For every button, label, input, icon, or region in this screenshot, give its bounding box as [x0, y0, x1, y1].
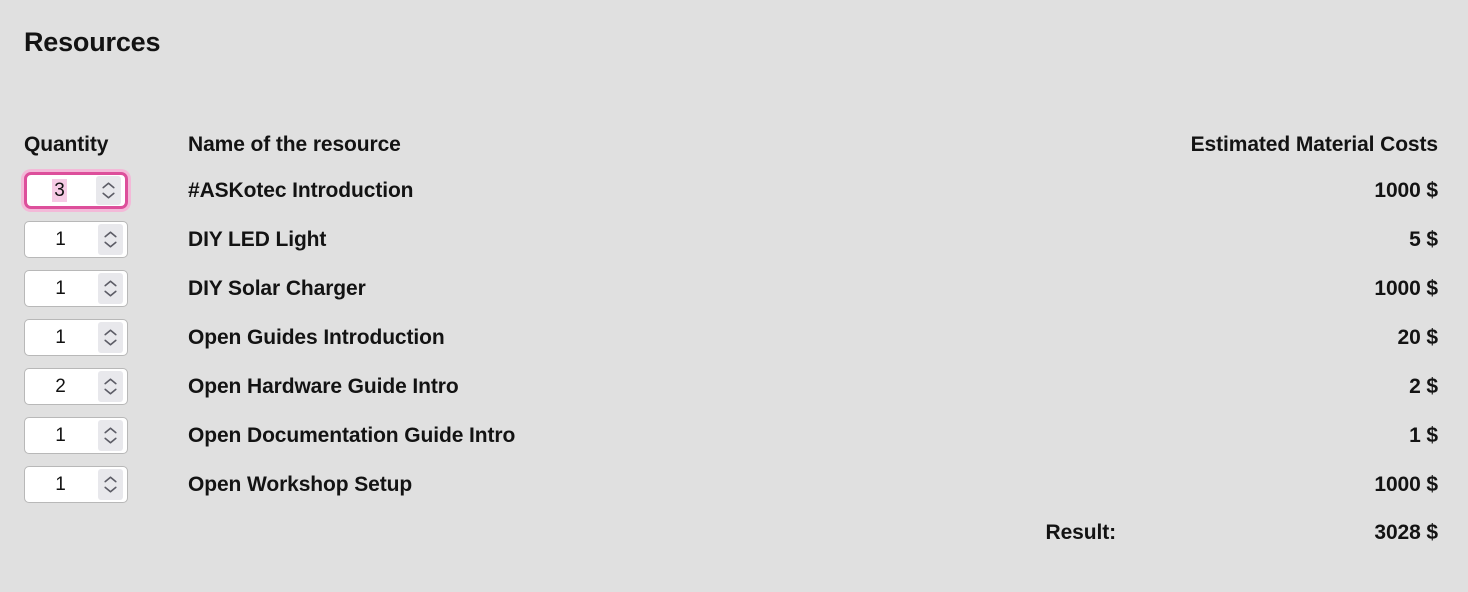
result-row: Result: 3028 $: [24, 515, 1439, 563]
row-cell-cost: 1 $: [1138, 417, 1438, 454]
quantity-stepper-wrapper: 3: [24, 172, 128, 209]
spinner-buttons[interactable]: [96, 176, 121, 205]
row-cell-quantity: 1: [24, 319, 168, 356]
chevron-up-icon[interactable]: [104, 329, 117, 336]
row-cell-name: Open Documentation Guide Intro: [168, 417, 1138, 454]
spinner-buttons[interactable]: [98, 273, 123, 304]
chevron-down-icon[interactable]: [102, 192, 115, 199]
row-cell-cost: 1000 $: [1138, 466, 1438, 503]
quantity-stepper[interactable]: 2: [24, 368, 128, 405]
row-cell-name: Open Workshop Setup: [168, 466, 1138, 503]
table-row: 1 Open Guides Introduction 20 $: [24, 319, 1438, 368]
resource-name: Open Workshop Setup: [188, 473, 413, 496]
quantity-value[interactable]: 2: [25, 376, 98, 398]
result-label-cell: Result:: [168, 515, 1138, 551]
resource-name: #ASKotec Introduction: [188, 179, 414, 202]
quantity-stepper[interactable]: 3: [24, 172, 128, 209]
quantity-value[interactable]: 1: [25, 229, 98, 251]
chevron-down-icon[interactable]: [104, 290, 117, 297]
resource-cost: 20 $: [1397, 326, 1439, 349]
row-cell-quantity: 2: [24, 368, 168, 405]
quantity-stepper[interactable]: 1: [24, 417, 128, 454]
chevron-down-icon[interactable]: [104, 437, 117, 444]
row-cell-quantity: 1: [24, 221, 168, 258]
row-cell-name: #ASKotec Introduction: [168, 172, 1138, 209]
row-cell-name: Open Guides Introduction: [168, 319, 1138, 356]
quantity-value[interactable]: 3: [27, 178, 96, 202]
resources-table: Quantity Name of the resource Estimated …: [24, 96, 1438, 563]
chevron-up-icon[interactable]: [104, 476, 117, 483]
row-cell-name: Open Hardware Guide Intro: [168, 368, 1138, 405]
row-cell-quantity: 1: [24, 466, 168, 503]
resources-page: Resources Quantity Name of the resource …: [0, 0, 1468, 592]
table-row: 1 Open Documentation Guide Intro 1 $: [24, 417, 1438, 466]
chevron-up-icon[interactable]: [102, 182, 115, 189]
page-title: Resources: [24, 27, 161, 57]
spinner-buttons[interactable]: [98, 420, 123, 451]
resource-name: Open Hardware Guide Intro: [188, 375, 459, 398]
chevron-up-icon[interactable]: [104, 378, 117, 385]
row-cell-quantity: 1: [24, 417, 168, 454]
chevron-up-icon[interactable]: [104, 231, 117, 238]
chevron-up-icon[interactable]: [104, 427, 117, 434]
quantity-stepper-wrapper: 1: [24, 270, 128, 307]
spinner-buttons[interactable]: [98, 469, 123, 500]
row-cell-cost: 1000 $: [1138, 270, 1438, 307]
quantity-value[interactable]: 1: [25, 327, 98, 349]
quantity-value[interactable]: 1: [25, 278, 98, 300]
resource-name: Open Guides Introduction: [188, 326, 445, 349]
resource-cost: 1000 $: [1374, 277, 1438, 300]
resource-cost: 2 $: [1409, 375, 1438, 398]
table-row: 2 Open Hardware Guide Intro 2 $: [24, 368, 1438, 417]
result-value: 3028 $: [1374, 521, 1438, 544]
column-header-quantity: Quantity: [24, 133, 109, 156]
quantity-stepper[interactable]: 1: [24, 270, 128, 307]
spinner-buttons[interactable]: [98, 322, 123, 353]
resource-name: DIY Solar Charger: [188, 277, 366, 300]
quantity-value[interactable]: 1: [25, 425, 98, 447]
table-row: 3 #ASKotec Introduction 1000 $: [24, 172, 1438, 221]
resource-cost: 5 $: [1409, 228, 1438, 251]
header-cell-name: Name of the resource: [168, 132, 1138, 172]
resource-name: Open Documentation Guide Intro: [188, 424, 516, 447]
quantity-stepper-wrapper: 1: [24, 221, 128, 258]
chevron-up-icon[interactable]: [104, 280, 117, 287]
quantity-stepper-wrapper: 1: [24, 417, 128, 454]
resource-cost: 1000 $: [1374, 473, 1438, 496]
quantity-stepper-wrapper: 1: [24, 319, 128, 356]
quantity-stepper[interactable]: 1: [24, 319, 128, 356]
resource-name: DIY LED Light: [188, 228, 327, 251]
chevron-down-icon[interactable]: [104, 388, 117, 395]
quantity-stepper-wrapper: 2: [24, 368, 128, 405]
table-header-row: Quantity Name of the resource Estimated …: [24, 96, 1438, 172]
quantity-stepper[interactable]: 1: [24, 221, 128, 258]
column-header-name: Name of the resource: [188, 133, 401, 156]
header-cell-quantity: Quantity: [24, 132, 168, 172]
row-cell-quantity: 1: [24, 270, 168, 307]
resource-cost: 1000 $: [1374, 179, 1438, 202]
table-row: 1 DIY Solar Charger 1000 $: [24, 270, 1438, 319]
row-cell-cost: 5 $: [1138, 221, 1438, 258]
result-value-cell: 3028 $: [1138, 515, 1438, 551]
spinner-buttons[interactable]: [98, 224, 123, 255]
row-cell-name: DIY LED Light: [168, 221, 1138, 258]
row-cell-cost: 1000 $: [1138, 172, 1438, 209]
table-row: 1 DIY LED Light 5 $: [24, 221, 1438, 270]
spinner-buttons[interactable]: [98, 371, 123, 402]
column-header-cost: Estimated Material Costs: [1190, 133, 1438, 156]
row-cell-quantity: 3: [24, 172, 168, 209]
quantity-value[interactable]: 1: [25, 474, 98, 496]
chevron-down-icon[interactable]: [104, 241, 117, 248]
row-cell-cost: 20 $: [1138, 319, 1439, 356]
result-label: Result:: [1045, 521, 1117, 544]
chevron-down-icon[interactable]: [104, 486, 117, 493]
header-cell-cost: Estimated Material Costs: [1138, 132, 1438, 172]
table-row: 1 Open Workshop Setup 1000 $: [24, 466, 1438, 515]
quantity-stepper-wrapper: 1: [24, 466, 128, 503]
chevron-down-icon[interactable]: [104, 339, 117, 346]
quantity-stepper[interactable]: 1: [24, 466, 128, 503]
row-cell-cost: 2 $: [1138, 368, 1438, 405]
resource-cost: 1 $: [1409, 424, 1438, 447]
row-cell-name: DIY Solar Charger: [168, 270, 1138, 307]
